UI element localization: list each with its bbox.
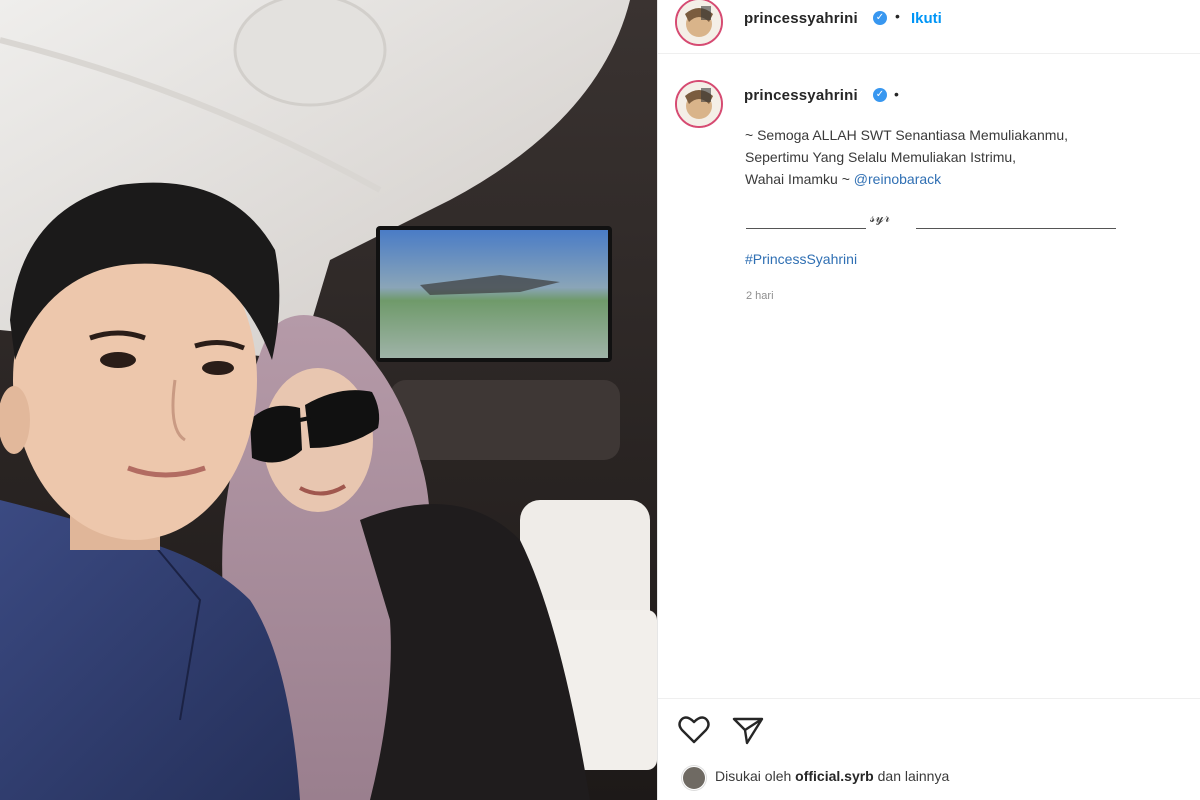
separator-dot: •	[895, 8, 900, 24]
likes-summary: Disukai oleh official.syrb dan lainnya	[715, 768, 949, 784]
paper-plane-icon[interactable]	[730, 712, 766, 748]
caption-line: Sepertimu Yang Selalu Memuliakan Istrimu…	[745, 149, 1017, 165]
caption-text: Wahai Imamku ~	[745, 171, 854, 187]
verified-badge-icon: ✓	[873, 88, 887, 102]
caption-author-username[interactable]: princessyahrini	[744, 87, 858, 104]
post-caption: ~ Semoga ALLAH SWT Senantiasa Memuliakan…	[745, 124, 1185, 190]
signature-rule-left	[746, 228, 866, 229]
post-timestamp[interactable]: 2 hari	[746, 290, 774, 302]
verified-badge-icon: ✓	[873, 11, 887, 25]
post-photo-image	[0, 0, 657, 800]
hashtag-link[interactable]: #PrincessSyahrini	[745, 251, 857, 267]
author-avatar[interactable]	[675, 0, 723, 46]
post-side-panel: princessyahrini ✓ • Ikuti princessyahrin…	[658, 0, 1200, 800]
liker-username[interactable]: official.syrb	[795, 768, 874, 784]
signature-rule-right	[916, 228, 1116, 229]
caption-line: ~ Semoga ALLAH SWT Senantiasa Memuliakan…	[745, 127, 1069, 143]
likes-prefix: Disukai oleh	[715, 768, 796, 784]
separator-dot: •	[894, 86, 899, 102]
liker-avatar[interactable]	[682, 766, 706, 790]
mention-link[interactable]: @reinobarack	[854, 171, 941, 187]
author-username[interactable]: princessyahrini	[744, 10, 858, 27]
avatar-image	[677, 82, 721, 126]
heart-icon[interactable]	[676, 712, 712, 748]
post-photo[interactable]	[0, 0, 657, 800]
likes-suffix[interactable]: dan lainnya	[874, 768, 950, 784]
header-divider	[658, 53, 1200, 54]
actions-divider	[658, 698, 1200, 699]
avatar-image	[677, 0, 721, 44]
caption-line: Wahai Imamku ~ @reinobarack	[745, 168, 1185, 190]
caption-author-avatar[interactable]	[675, 80, 723, 128]
follow-button[interactable]: Ikuti	[911, 10, 942, 27]
signature: 𝓈𝓎𝓇	[870, 210, 891, 226]
